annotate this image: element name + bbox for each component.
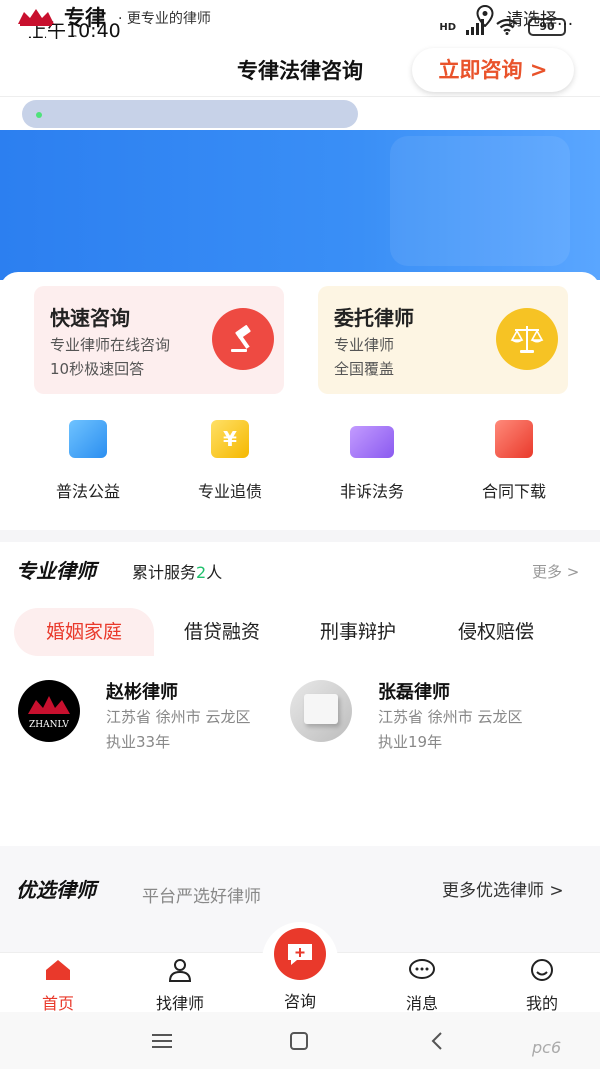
tab-tort-compensation[interactable]: 侵权赔偿 <box>434 608 558 656</box>
quick-item-label: 专业追债 <box>197 482 262 501</box>
smile-icon <box>531 959 553 981</box>
card-desc: 10秒极速回答 <box>50 360 145 378</box>
service-count-suffix: 人 <box>206 563 223 582</box>
lawyer-name[interactable]: 赵彬律师 <box>106 678 178 704</box>
service-count-number: 2 <box>196 563 207 582</box>
home-icon <box>46 960 70 980</box>
quick-item-label: 普法公益 <box>55 482 120 501</box>
lawyer-years: 执业33年 <box>106 733 171 751</box>
briefcase-icon <box>350 426 394 458</box>
menu-icon[interactable] <box>150 1032 174 1050</box>
chat-plus-icon <box>288 944 312 965</box>
location-pin-icon[interactable] <box>476 5 494 27</box>
section-subtitle: 平台严选好律师 <box>142 887 261 907</box>
entrust-lawyer-card[interactable]: 委托律师 专业律师 全国覆盖 <box>318 286 568 394</box>
consult-now-button[interactable]: 立即咨询 > <box>412 48 574 92</box>
nav-label: 我的 <box>525 994 558 1013</box>
banner-subtitle: 无需排队 <box>244 43 312 63</box>
gavel-icon <box>212 308 274 370</box>
section-divider <box>0 530 600 542</box>
quick-item-label: 非诉法务 <box>339 482 404 501</box>
card-desc: 全国覆盖 <box>334 360 395 378</box>
tab-loan-finance[interactable]: 借贷融资 <box>160 608 284 656</box>
service-count-prefix: 累计服务 <box>132 563 197 582</box>
avatar[interactable]: ZHANLV <box>18 680 80 742</box>
contract-icon <box>495 420 533 458</box>
quick-item-debt-collection[interactable]: ¥ 专业追债 <box>170 420 290 502</box>
banner-decoration <box>390 136 570 266</box>
nav-find-lawyer[interactable]: 找律师 <box>140 958 220 1014</box>
lawyer-location: 江苏省 徐州市 云龙区 <box>106 708 251 726</box>
nav-home[interactable]: 首页 <box>18 958 98 1014</box>
quick-item-legal-education[interactable]: 普法公益 <box>28 420 148 502</box>
brand-logo-icon <box>18 9 54 26</box>
nav-messages[interactable]: 消息 <box>382 958 462 1014</box>
user-icon <box>168 959 192 982</box>
banner-indicator-dot <box>36 112 42 118</box>
section-title: 专业律师 <box>16 559 96 583</box>
nav-label: 消息 <box>405 994 438 1013</box>
avatar-text: ZHANLV <box>29 720 69 730</box>
location-selector[interactable]: 请选择... <box>506 5 573 30</box>
consult-banner[interactable] <box>0 130 600 280</box>
network-label: HD <box>439 21 456 33</box>
card-title: 委托律师 <box>334 306 414 330</box>
quick-item-non-litigation[interactable]: 非诉法务 <box>312 420 432 502</box>
money-icon: ¥ <box>211 420 249 458</box>
quick-item-contract-download[interactable]: 合同下载 <box>454 420 574 502</box>
scales-icon <box>496 308 558 370</box>
lawyer-location: 江苏省 徐州市 云龙区 <box>378 708 523 726</box>
banner-title: 快速咨询律师 <box>26 34 213 68</box>
nav-label: 首页 <box>41 994 74 1013</box>
quick-item-label: 合同下载 <box>481 482 546 501</box>
home-square-icon[interactable] <box>288 1030 310 1052</box>
watermark: pc6 <box>532 1038 562 1057</box>
consult-fab-button[interactable] <box>274 928 326 980</box>
nav-label: 咨询 <box>283 992 316 1011</box>
brand-slogan: · 更专业的律师 <box>118 11 211 27</box>
tab-criminal-defense[interactable]: 刑事辩护 <box>296 608 420 656</box>
nav-label: 找律师 <box>155 994 204 1013</box>
message-icon <box>409 959 435 979</box>
nav-profile[interactable]: 我的 <box>502 958 582 1014</box>
lawyer-name[interactable]: 张磊律师 <box>378 678 450 704</box>
quick-consult-card[interactable]: 快速咨询 专业律师在线咨询 10秒极速回答 <box>34 286 284 394</box>
card-desc: 专业律师 <box>334 336 395 354</box>
back-icon[interactable] <box>428 1030 446 1052</box>
more-link[interactable]: 更多 > <box>532 561 579 582</box>
nav-consult[interactable]: 咨询 <box>260 984 340 1012</box>
service-count: 累计服务2人 <box>132 559 222 583</box>
avatar-logo-icon: ZHANLV <box>28 696 70 730</box>
tab-marriage-family[interactable]: 婚姻家庭 <box>14 608 154 656</box>
lawyer-years: 执业19年 <box>378 733 443 751</box>
avatar[interactable] <box>290 680 352 742</box>
more-preferred-link[interactable]: 更多优选律师 > <box>442 876 564 901</box>
book-icon <box>69 420 107 458</box>
card-desc: 专业律师在线咨询 <box>50 336 171 354</box>
card-title: 快速咨询 <box>50 306 130 330</box>
section-title: 优选律师 <box>16 878 96 902</box>
banner-progress-track <box>22 100 358 128</box>
